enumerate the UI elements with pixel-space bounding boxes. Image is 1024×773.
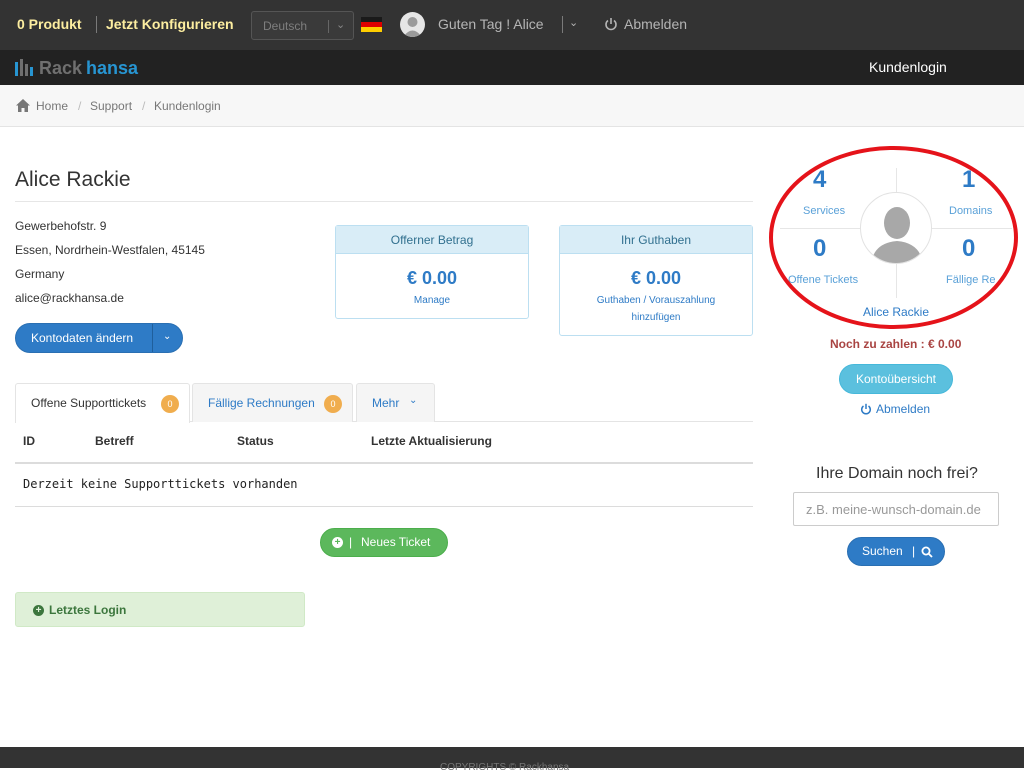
- plus-circle-icon: +: [332, 537, 343, 548]
- user-avatar[interactable]: [400, 12, 425, 37]
- new-ticket-button[interactable]: + | Neues Ticket: [320, 528, 448, 557]
- last-login-panel[interactable]: + Letztes Login: [15, 592, 305, 627]
- address-email: alice@rackhansa.de: [15, 291, 124, 305]
- breadcrumb-separator: /: [78, 99, 82, 113]
- logo-text-accent[interactable]: hansa: [86, 58, 138, 79]
- top-bar: 0 Produkt Jetzt Konfigurieren Deutsch ⌄ …: [0, 0, 1024, 50]
- footer: COPYRIGHTS © Rackhansa: [0, 747, 1024, 773]
- language-value: Deutsch: [263, 19, 308, 33]
- divider: [15, 201, 753, 202]
- logo-text[interactable]: Rack: [39, 58, 82, 79]
- empty-table-message: Derzeit keine Supporttickets vorhanden: [23, 477, 298, 491]
- column-header-id[interactable]: ID: [23, 434, 35, 448]
- domain-search-button[interactable]: Suchen |: [847, 537, 945, 566]
- credit-card: Ihr Guthaben € 0.00 Guthaben / Vorauszah…: [559, 225, 753, 336]
- breadcrumb: Home / Support / Kundenlogin: [0, 85, 1024, 127]
- account-overview-button[interactable]: Kontoübersicht: [839, 364, 953, 394]
- column-header-subject[interactable]: Betreff: [95, 434, 134, 448]
- search-icon: [921, 546, 933, 558]
- tab-label: Offene Supporttickets: [31, 396, 147, 410]
- add-credit-link-line2[interactable]: hinzufügen: [560, 309, 752, 326]
- breadcrumb-separator: /: [142, 99, 146, 113]
- configure-link[interactable]: Jetzt Konfigurieren: [106, 16, 234, 32]
- divider: [152, 324, 153, 352]
- domain-search-input[interactable]: [793, 492, 999, 526]
- amount-due: Noch zu zahlen : € 0.00: [830, 337, 962, 351]
- account-name-heading: Alice Rackie: [15, 168, 131, 191]
- highlight-circle: [769, 146, 1018, 329]
- tab-more[interactable]: Mehr ⌄: [356, 383, 435, 422]
- open-amount-card: Offerner Betrag € 0.00 Manage: [335, 225, 529, 319]
- new-ticket-label: Neues Ticket: [361, 535, 431, 549]
- breadcrumb-home[interactable]: Home: [36, 99, 68, 113]
- column-header-last-update[interactable]: Letzte Aktualisierung: [371, 434, 492, 448]
- home-icon[interactable]: [16, 99, 30, 112]
- button-separator: |: [349, 535, 353, 549]
- chevron-down-icon: ⌄: [336, 19, 346, 31]
- count-badge: 0: [161, 395, 179, 413]
- address-country: Germany: [15, 267, 65, 281]
- german-flag-icon[interactable]: [361, 17, 382, 32]
- power-icon[interactable]: [860, 403, 872, 415]
- logout-link[interactable]: Abmelden: [624, 16, 687, 32]
- divider: [562, 16, 563, 33]
- divider: [328, 20, 329, 33]
- panel-logout-link[interactable]: Abmelden: [876, 402, 930, 416]
- tab-due-invoices[interactable]: Fällige Rechnungen 0: [192, 383, 353, 422]
- nav-item-kundenlogin[interactable]: Kundenlogin: [869, 59, 947, 75]
- chevron-down-icon: ⌄: [409, 395, 418, 406]
- greeting-menu[interactable]: Guten Tag ! Alice: [438, 16, 544, 32]
- cart-link[interactable]: 0 Produkt: [17, 16, 82, 32]
- manage-link[interactable]: Manage: [336, 292, 528, 309]
- last-login-label: Letztes Login: [49, 603, 127, 617]
- nav-bar: Rack hansa Kundenlogin: [0, 50, 1024, 85]
- column-header-status[interactable]: Status: [237, 434, 274, 448]
- tab-label: Mehr: [372, 396, 400, 410]
- chevron-down-icon[interactable]: ⌄: [569, 16, 578, 29]
- search-label: Suchen: [862, 544, 903, 558]
- breadcrumb-current: Kundenlogin: [154, 99, 221, 113]
- address-street: Gewerbehofstr. 9: [15, 219, 107, 233]
- table-header-border: [15, 462, 753, 464]
- tab-label: Fällige Rechnungen: [208, 396, 315, 410]
- language-select[interactable]: Deutsch ⌄: [251, 11, 354, 40]
- domain-search-title: Ihre Domain noch frei?: [816, 465, 978, 482]
- count-badge: 0: [324, 395, 342, 413]
- account-overview-label: Kontoübersicht: [855, 372, 937, 386]
- breadcrumb-support[interactable]: Support: [90, 99, 132, 113]
- button-separator: |: [912, 544, 916, 558]
- credit-value: € 0.00: [630, 268, 682, 288]
- plus-circle-icon: +: [33, 605, 44, 616]
- credit-title: Ihr Guthaben: [560, 226, 752, 254]
- edit-account-button[interactable]: Kontodaten ändern ⌄: [15, 323, 183, 353]
- server-rack-icon: [15, 59, 33, 76]
- tab-open-tickets[interactable]: Offene Supporttickets 0: [15, 383, 190, 423]
- divider: [96, 16, 97, 33]
- power-icon[interactable]: [604, 17, 618, 31]
- open-amount-title: Offerner Betrag: [336, 226, 528, 254]
- add-credit-link-line1[interactable]: Guthaben / Vorauszahlung: [560, 292, 752, 309]
- edit-account-label: Kontodaten ändern: [31, 331, 134, 345]
- address-city: Essen, Nordrhein-Westfalen, 45145: [15, 243, 205, 257]
- chevron-down-icon[interactable]: ⌄: [163, 331, 171, 342]
- table-bottom-border: [15, 506, 753, 507]
- open-amount-value: € 0.00: [406, 268, 458, 288]
